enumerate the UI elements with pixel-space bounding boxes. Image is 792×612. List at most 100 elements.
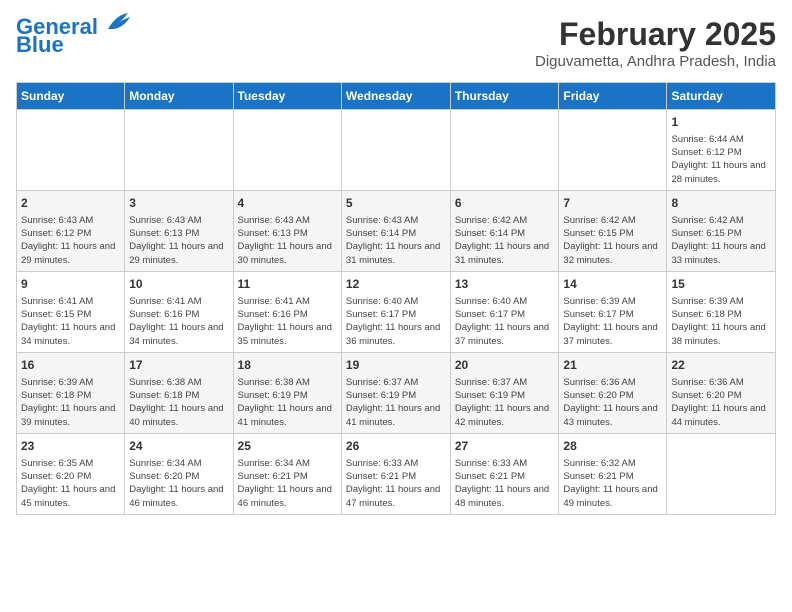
calendar-month-year: February 2025 [535, 16, 776, 53]
day-number: 20 [455, 357, 555, 374]
logo: General Blue [16, 16, 132, 56]
calendar-cell: 2 Sunrise: 6:43 AMSunset: 6:12 PMDaylight… [17, 190, 125, 271]
calendar-cell: 19Sunrise: 6:37 AMSunset: 6:19 PMDayligh… [341, 352, 450, 433]
day-number: 10 [129, 276, 228, 293]
day-info: Sunrise: 6:40 AMSunset: 6:17 PMDaylight:… [455, 295, 555, 348]
day-of-week-wednesday: Wednesday [341, 83, 450, 110]
calendar-cell: 14Sunrise: 6:39 AMSunset: 6:17 PMDayligh… [559, 271, 667, 352]
day-number: 23 [21, 438, 120, 455]
calendar-cell: 10 Sunrise: 6:41 AMSunset: 6:16 PMDayligh… [125, 271, 233, 352]
day-of-week-friday: Friday [559, 83, 667, 110]
day-number: 25 [238, 438, 337, 455]
calendar-cell: 6 Sunrise: 6:42 AMSunset: 6:14 PMDaylight… [450, 190, 559, 271]
day-number: 11 [238, 276, 337, 293]
days-of-week-row: SundayMondayTuesdayWednesdayThursdayFrid… [17, 83, 776, 110]
day-number: 19 [346, 357, 446, 374]
calendar-cell: 17 Sunrise: 6:38 AMSunset: 6:18 PMDayligh… [125, 352, 233, 433]
day-number: 8 [671, 195, 771, 212]
day-info: Sunrise: 6:41 AMSunset: 6:15 PMDaylight:… [21, 295, 120, 348]
calendar-cell: 1 Sunrise: 6:44 AMSunset: 6:12 PMDaylight… [667, 110, 776, 191]
day-number: 27 [455, 438, 555, 455]
day-info: Sunrise: 6:39 AMSunset: 6:18 PMDaylight:… [21, 376, 120, 429]
calendar-cell: 18Sunrise: 6:38 AMSunset: 6:19 PMDayligh… [233, 352, 341, 433]
calendar-cell [450, 110, 559, 191]
day-number: 3 [129, 195, 228, 212]
day-number: 9 [21, 276, 120, 293]
day-number: 24 [129, 438, 228, 455]
day-info: Sunrise: 6:32 AMSunset: 6:21 PMDaylight:… [563, 457, 662, 510]
day-number: 5 [346, 195, 446, 212]
calendar-cell: 21 Sunrise: 6:36 AMSunset: 6:20 PMDayligh… [559, 352, 667, 433]
week-row-4: 16 Sunrise: 6:39 AMSunset: 6:18 PMDayligh… [17, 352, 776, 433]
calendar-cell: 24Sunrise: 6:34 AMSunset: 6:20 PMDayligh… [125, 433, 233, 514]
calendar-cell: 3Sunrise: 6:43 AMSunset: 6:13 PMDaylight… [125, 190, 233, 271]
day-info: Sunrise: 6:42 AMSunset: 6:14 PMDaylight:… [455, 214, 555, 267]
day-number: 26 [346, 438, 446, 455]
day-info: Sunrise: 6:43 AMSunset: 6:14 PMDaylight:… [346, 214, 446, 267]
day-info: Sunrise: 6:42 AMSunset: 6:15 PMDaylight:… [563, 214, 662, 267]
calendar-cell: 26Sunrise: 6:33 AMSunset: 6:21 PMDayligh… [341, 433, 450, 514]
calendar-table: SundayMondayTuesdayWednesdayThursdayFrid… [16, 82, 776, 515]
day-info: Sunrise: 6:41 AMSunset: 6:16 PMDaylight:… [129, 295, 228, 348]
day-info: Sunrise: 6:44 AMSunset: 6:12 PMDaylight:… [671, 133, 771, 186]
calendar-cell [559, 110, 667, 191]
day-info: Sunrise: 6:43 AMSunset: 6:12 PMDaylight:… [21, 214, 120, 267]
calendar-cell: 28 Sunrise: 6:32 AMSunset: 6:21 PMDayligh… [559, 433, 667, 514]
calendar-location: Diguvametta, Andhra Pradesh, India [535, 53, 776, 70]
day-number: 17 [129, 357, 228, 374]
calendar-cell [667, 433, 776, 514]
day-number: 16 [21, 357, 120, 374]
calendar-cell: 11Sunrise: 6:41 AMSunset: 6:16 PMDayligh… [233, 271, 341, 352]
day-info: Sunrise: 6:43 AMSunset: 6:13 PMDaylight:… [238, 214, 337, 267]
calendar-cell [233, 110, 341, 191]
calendar-cell [17, 110, 125, 191]
day-of-week-monday: Monday [125, 83, 233, 110]
day-info: Sunrise: 6:34 AMSunset: 6:21 PMDaylight:… [238, 457, 337, 510]
calendar-cell: 5 Sunrise: 6:43 AMSunset: 6:14 PMDaylight… [341, 190, 450, 271]
calendar-cell [125, 110, 233, 191]
day-info: Sunrise: 6:36 AMSunset: 6:20 PMDaylight:… [671, 376, 771, 429]
calendar-cell [341, 110, 450, 191]
calendar-cell: 8 Sunrise: 6:42 AMSunset: 6:15 PMDaylight… [667, 190, 776, 271]
calendar-cell: 25 Sunrise: 6:34 AMSunset: 6:21 PMDayligh… [233, 433, 341, 514]
calendar-cell: 13 Sunrise: 6:40 AMSunset: 6:17 PMDayligh… [450, 271, 559, 352]
day-info: Sunrise: 6:35 AMSunset: 6:20 PMDaylight:… [21, 457, 120, 510]
logo-bird-icon [100, 11, 132, 35]
day-info: Sunrise: 6:42 AMSunset: 6:15 PMDaylight:… [671, 214, 771, 267]
day-number: 1 [671, 114, 771, 131]
day-info: Sunrise: 6:39 AMSunset: 6:18 PMDaylight:… [671, 295, 771, 348]
day-number: 28 [563, 438, 662, 455]
day-info: Sunrise: 6:37 AMSunset: 6:19 PMDaylight:… [455, 376, 555, 429]
day-number: 13 [455, 276, 555, 293]
week-row-2: 2 Sunrise: 6:43 AMSunset: 6:12 PMDaylight… [17, 190, 776, 271]
calendar-cell: 20 Sunrise: 6:37 AMSunset: 6:19 PMDayligh… [450, 352, 559, 433]
day-info: Sunrise: 6:36 AMSunset: 6:20 PMDaylight:… [563, 376, 662, 429]
day-info: Sunrise: 6:38 AMSunset: 6:18 PMDaylight:… [129, 376, 228, 429]
calendar-cell: 7Sunrise: 6:42 AMSunset: 6:15 PMDaylight… [559, 190, 667, 271]
day-number: 15 [671, 276, 771, 293]
day-number: 22 [671, 357, 771, 374]
day-info: Sunrise: 6:39 AMSunset: 6:17 PMDaylight:… [563, 295, 662, 348]
calendar-header: SundayMondayTuesdayWednesdayThursdayFrid… [17, 83, 776, 110]
day-number: 4 [238, 195, 337, 212]
day-number: 21 [563, 357, 662, 374]
week-row-5: 23 Sunrise: 6:35 AMSunset: 6:20 PMDayligh… [17, 433, 776, 514]
calendar-body: 1 Sunrise: 6:44 AMSunset: 6:12 PMDaylight… [17, 110, 776, 515]
page-header: General Blue February 2025 Diguvametta, … [16, 16, 776, 70]
calendar-cell: 9 Sunrise: 6:41 AMSunset: 6:15 PMDaylight… [17, 271, 125, 352]
day-of-week-tuesday: Tuesday [233, 83, 341, 110]
day-info: Sunrise: 6:40 AMSunset: 6:17 PMDaylight:… [346, 295, 446, 348]
calendar-cell: 27Sunrise: 6:33 AMSunset: 6:21 PMDayligh… [450, 433, 559, 514]
calendar-cell: 12Sunrise: 6:40 AMSunset: 6:17 PMDayligh… [341, 271, 450, 352]
calendar-cell: 15 Sunrise: 6:39 AMSunset: 6:18 PMDayligh… [667, 271, 776, 352]
week-row-1: 1 Sunrise: 6:44 AMSunset: 6:12 PMDaylight… [17, 110, 776, 191]
day-number: 6 [455, 195, 555, 212]
week-row-3: 9 Sunrise: 6:41 AMSunset: 6:15 PMDaylight… [17, 271, 776, 352]
day-of-week-saturday: Saturday [667, 83, 776, 110]
day-of-week-thursday: Thursday [450, 83, 559, 110]
day-number: 18 [238, 357, 337, 374]
logo-blue: Blue [16, 34, 64, 56]
calendar-title-block: February 2025 Diguvametta, Andhra Prades… [535, 16, 776, 70]
calendar-cell: 23 Sunrise: 6:35 AMSunset: 6:20 PMDayligh… [17, 433, 125, 514]
day-number: 2 [21, 195, 120, 212]
